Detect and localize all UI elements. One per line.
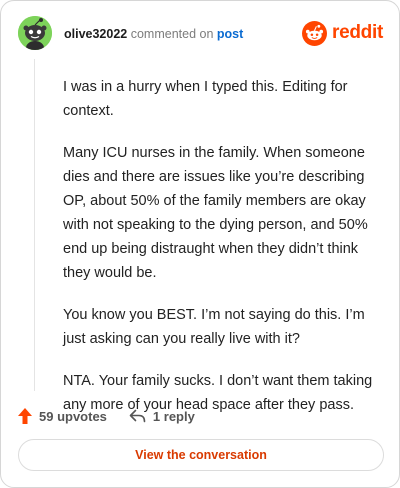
reddit-wordmark: reddit bbox=[332, 22, 383, 43]
reply-arrow-icon bbox=[129, 409, 146, 423]
comment-paragraph: I was in a hurry when I typed this. Edit… bbox=[63, 79, 348, 119]
reply-button[interactable]: 1 reply bbox=[129, 409, 195, 424]
comment-meta: olive32022 commented on post bbox=[64, 27, 243, 41]
reddit-logo-icon bbox=[302, 20, 328, 46]
snoo-avatar-icon bbox=[18, 16, 52, 50]
comment-paragraph: Many ICU nurses in the family. When some… bbox=[63, 145, 368, 281]
avatar[interactable] bbox=[18, 16, 52, 50]
comment-paragraph: You know you BEST. I’m not saying do thi… bbox=[63, 307, 365, 347]
username-link[interactable]: olive32022 bbox=[64, 27, 127, 41]
comment-body: I was in a hurry when I typed this. Edit… bbox=[63, 75, 381, 435]
upvote-button[interactable]: 59 upvotes bbox=[18, 408, 107, 424]
reddit-logo[interactable]: reddit bbox=[302, 20, 383, 46]
upvote-count: 59 upvotes bbox=[39, 408, 107, 424]
view-conversation-button[interactable]: View the conversation bbox=[18, 439, 384, 471]
commented-on-text: commented on bbox=[130, 27, 214, 41]
post-link[interactable]: post bbox=[217, 27, 243, 41]
thread-line bbox=[34, 59, 35, 391]
comment-card: olive32022 commented on post reddit I wa… bbox=[0, 0, 400, 488]
comment-actions: 59 upvotes 1 reply bbox=[18, 405, 195, 427]
reply-count: 1 reply bbox=[152, 408, 195, 424]
comment-header: olive32022 commented on post reddit bbox=[18, 16, 383, 52]
upvote-arrow-icon bbox=[18, 408, 32, 424]
